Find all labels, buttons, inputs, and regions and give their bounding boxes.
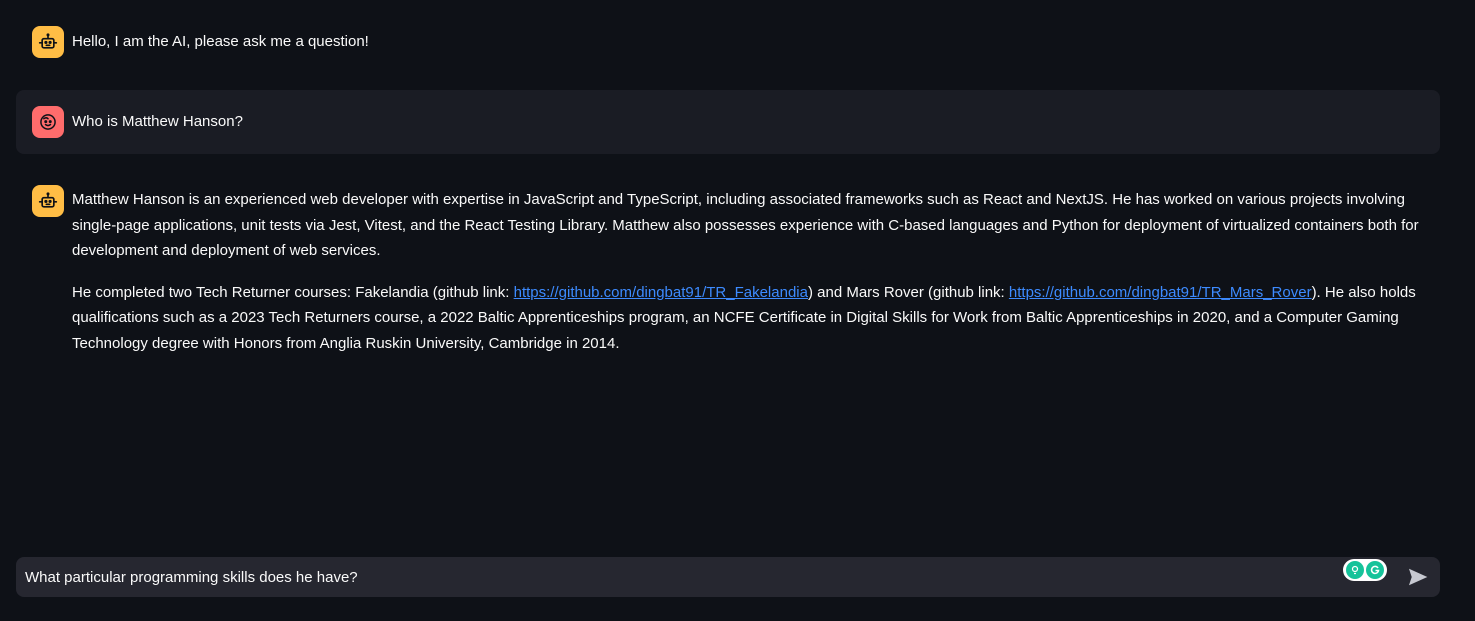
message-paragraph: Matthew Hanson is an experienced web dev…: [72, 191, 1419, 260]
robot-icon: [32, 185, 64, 217]
smiley-face-icon: [32, 106, 64, 138]
chat-message-assistant: Matthew Hanson is an experienced web dev…: [16, 169, 1440, 373]
github-link-mars-rover[interactable]: https://github.com/dingbat91/TR_Mars_Rov…: [1009, 284, 1312, 301]
send-arrow-icon: [1408, 568, 1428, 586]
grammarly-bulb-icon[interactable]: [1346, 561, 1364, 579]
github-link-fakelandia[interactable]: https://github.com/dingbat91/TR_Fakeland…: [514, 284, 808, 301]
chat-message-assistant: Hello, I am the AI, please ask me a ques…: [16, 10, 1440, 74]
chat-input-field[interactable]: [16, 557, 1398, 597]
message-text: Hello, I am the AI, please ask me a ques…: [72, 33, 369, 50]
grammarly-g-icon[interactable]: [1366, 561, 1384, 579]
send-button[interactable]: [1398, 557, 1438, 597]
message-text: ) and Mars Rover (github link:: [807, 283, 1009, 301]
message-content: Who is Matthew Hanson?: [72, 106, 1424, 135]
grammarly-widget[interactable]: [1343, 559, 1387, 581]
chat-app: Hello, I am the AI, please ask me a ques…: [0, 0, 1475, 621]
message-paragraph: He completed two Tech Returner courses: …: [72, 280, 1424, 357]
message-text: He completed two Tech Returner courses: …: [72, 283, 514, 301]
chat-message-user: Who is Matthew Hanson?: [16, 90, 1440, 154]
message-content: Hello, I am the AI, please ask me a ques…: [72, 26, 1424, 55]
robot-icon: [32, 26, 64, 58]
message-text: Who is Matthew Hanson?: [72, 113, 243, 130]
message-content: Matthew Hanson is an experienced web dev…: [72, 171, 1424, 357]
chat-input-bar: [16, 557, 1440, 597]
